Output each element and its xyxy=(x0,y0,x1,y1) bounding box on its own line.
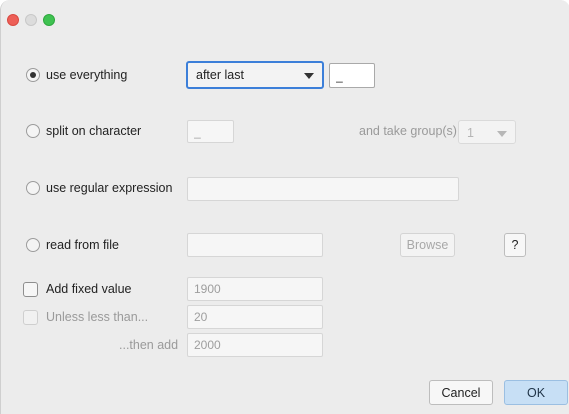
browse-button[interactable]: Browse xyxy=(400,233,455,257)
then-add-label: ...then add xyxy=(119,338,179,352)
use-everything-radio[interactable] xyxy=(26,68,40,82)
split-char-input[interactable] xyxy=(187,120,234,143)
title-bar xyxy=(1,0,569,40)
then-add-input[interactable] xyxy=(187,333,323,357)
regex-input[interactable] xyxy=(187,177,459,201)
position-select-value: after last xyxy=(196,68,244,82)
unless-less-than-checkbox[interactable] xyxy=(23,310,38,325)
read-from-file-label: read from file xyxy=(46,238,119,252)
take-groups-label: and take group(s): xyxy=(359,124,461,138)
unless-less-than-label: Unless less than... xyxy=(46,310,149,324)
use-regular-expression-radio[interactable] xyxy=(26,181,40,195)
minimize-window-button[interactable] xyxy=(25,14,37,26)
split-on-character-label: split on character xyxy=(46,124,142,138)
use-everything-char-input[interactable] xyxy=(329,63,375,88)
add-fixed-value-input[interactable] xyxy=(187,277,323,301)
add-fixed-value-label: Add fixed value xyxy=(46,282,132,296)
split-on-character-radio[interactable] xyxy=(26,124,40,138)
dialog-window: use everything after last split on chara… xyxy=(0,0,569,414)
position-select[interactable]: after last xyxy=(186,61,324,89)
unless-less-than-input[interactable] xyxy=(187,305,323,329)
close-window-button[interactable] xyxy=(7,14,19,26)
read-from-file-radio[interactable] xyxy=(26,238,40,252)
use-everything-label: use everything xyxy=(46,68,128,82)
take-groups-select[interactable]: 1 xyxy=(458,120,516,144)
add-fixed-value-checkbox[interactable] xyxy=(23,282,38,297)
chevron-down-icon xyxy=(497,131,507,137)
chevron-down-icon xyxy=(304,73,314,79)
help-button[interactable]: ? xyxy=(504,233,526,257)
take-groups-value: 1 xyxy=(467,126,474,140)
ok-button[interactable]: OK xyxy=(504,380,568,405)
use-regular-expression-label: use regular expression xyxy=(46,181,173,195)
cancel-button[interactable]: Cancel xyxy=(429,380,493,405)
file-path-input[interactable] xyxy=(187,233,323,257)
maximize-window-button[interactable] xyxy=(43,14,55,26)
